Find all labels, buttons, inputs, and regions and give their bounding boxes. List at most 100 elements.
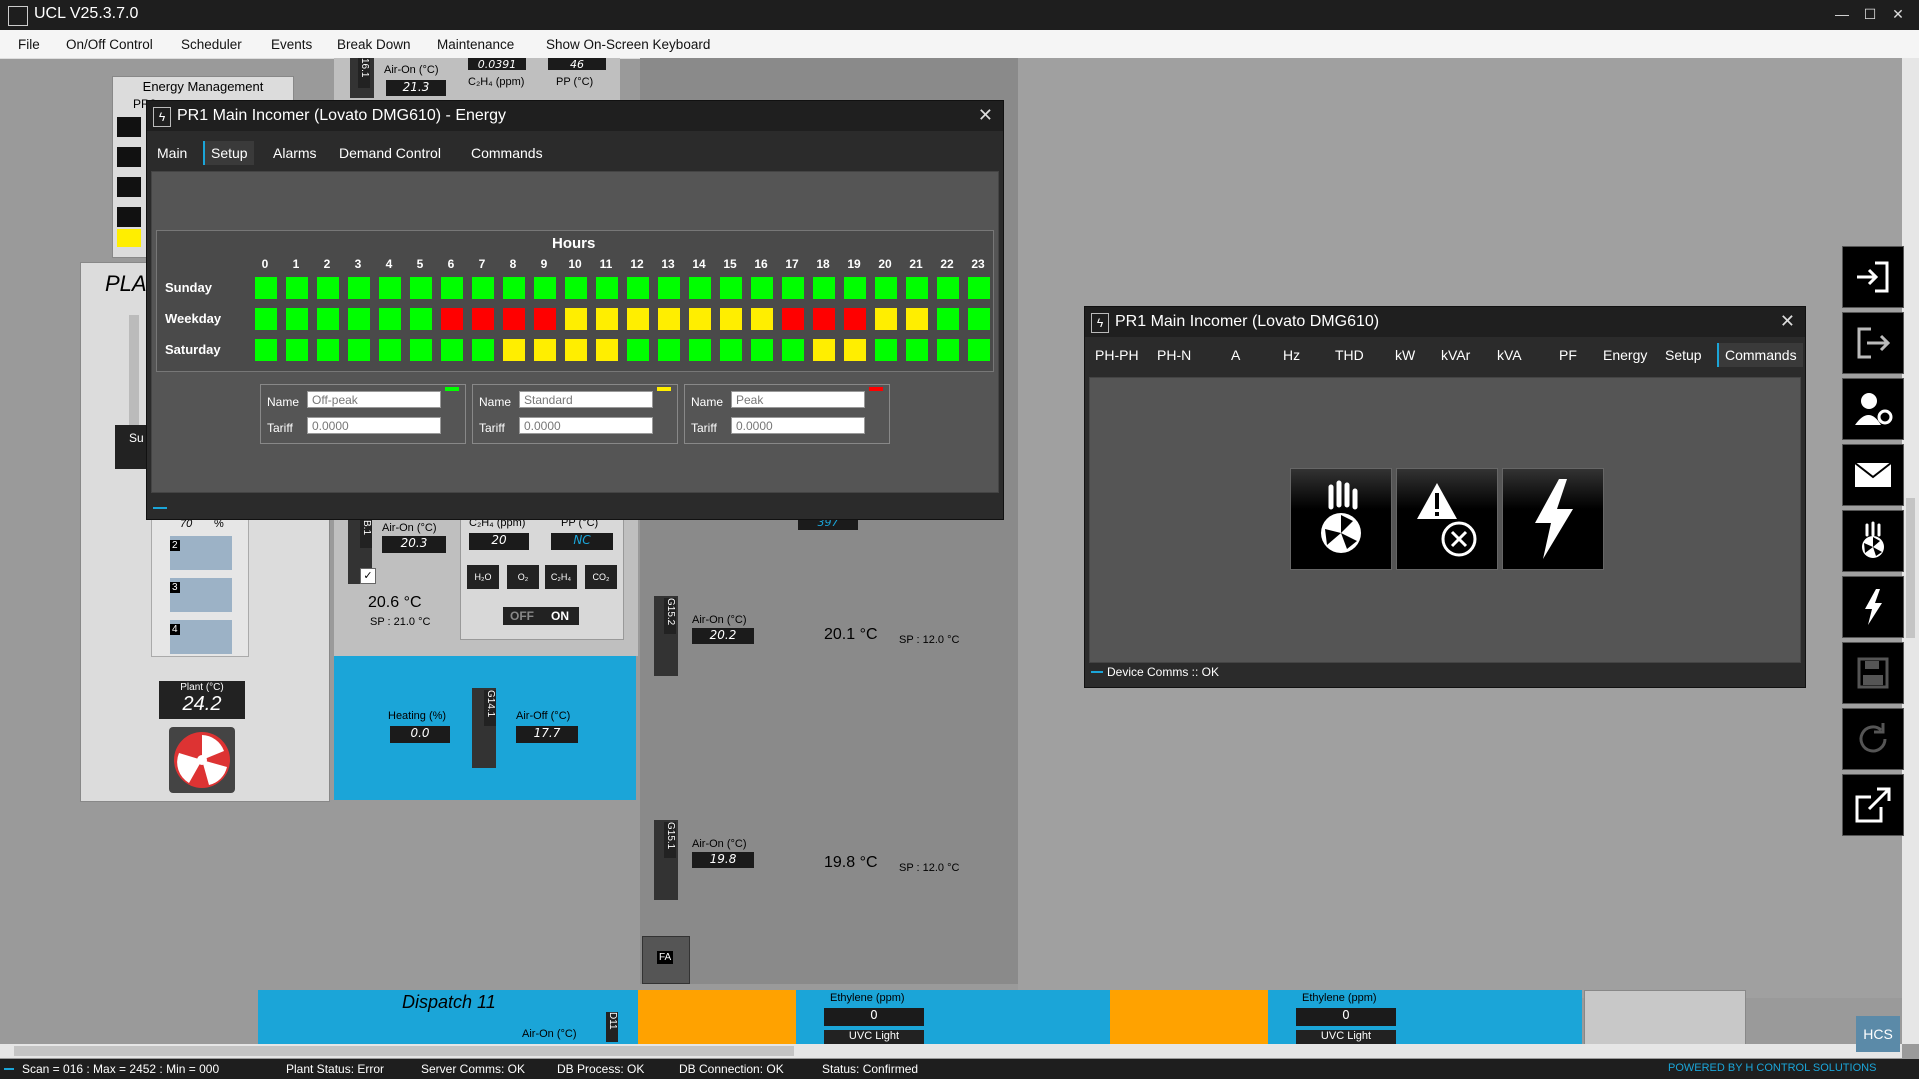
hour-cell[interactable] [534, 277, 556, 299]
tariff-value-input[interactable]: 0.0000 [519, 417, 653, 434]
hour-cell[interactable] [255, 277, 277, 299]
hour-cell[interactable] [720, 339, 742, 361]
mail-button[interactable] [1842, 444, 1904, 506]
login-button[interactable] [1842, 246, 1904, 308]
h2o-icon[interactable]: H₂O [467, 565, 499, 589]
hour-cell[interactable] [813, 277, 835, 299]
hour-cell[interactable] [720, 308, 742, 330]
hour-cell[interactable] [689, 308, 711, 330]
tab-setup[interactable]: Setup [1659, 343, 1708, 367]
hour-cell[interactable] [751, 308, 773, 330]
hour-cell[interactable] [379, 308, 401, 330]
tab-a[interactable]: A [1225, 343, 1246, 367]
o2-icon[interactable]: O₂ [507, 565, 539, 589]
hour-cell[interactable] [596, 339, 618, 361]
scrollbar-thumb[interactable] [1906, 498, 1915, 638]
menu-scheduler[interactable]: Scheduler [181, 37, 242, 52]
lightning-command-button[interactable] [1502, 468, 1604, 570]
hour-cell[interactable] [658, 339, 680, 361]
tab-kvar[interactable]: kVAr [1435, 343, 1476, 367]
hour-cell[interactable] [875, 308, 897, 330]
tab-hz[interactable]: Hz [1277, 343, 1306, 367]
hour-cell[interactable] [286, 277, 308, 299]
hour-cell[interactable] [472, 277, 494, 299]
hour-cell[interactable] [410, 339, 432, 361]
tariff-name-input[interactable]: Standard [519, 391, 653, 408]
menu-events[interactable]: Events [271, 37, 312, 52]
uvc-light-label[interactable]: UVC Light [824, 1030, 924, 1044]
tab-kw[interactable]: kW [1389, 343, 1421, 367]
on-button[interactable]: ON [541, 607, 579, 625]
hour-cell[interactable] [472, 339, 494, 361]
hour-cell[interactable] [503, 339, 525, 361]
tab-commands[interactable]: Commands [465, 141, 549, 165]
hour-cell[interactable] [317, 339, 339, 361]
hour-cell[interactable] [782, 277, 804, 299]
hour-cell[interactable] [379, 339, 401, 361]
hour-cell[interactable] [720, 277, 742, 299]
heating-panel[interactable]: Heating (%) 0.0 G14.1 Air-Off (°C) 17.7 [334, 656, 636, 800]
menu-file[interactable]: File [18, 37, 40, 52]
room-tile[interactable]: 3 [170, 578, 232, 612]
hour-cell[interactable] [534, 339, 556, 361]
hour-cell[interactable] [286, 308, 308, 330]
hour-cell[interactable] [937, 308, 959, 330]
hour-cell[interactable] [503, 277, 525, 299]
horizontal-scrollbar[interactable] [0, 1044, 1902, 1058]
vertical-scrollbar[interactable] [1902, 58, 1919, 1044]
menu-break-down[interactable]: Break Down [337, 37, 411, 52]
ethylene-panel-2[interactable]: Ethylene (ppm) 0 UVC Light [1268, 990, 1582, 1044]
room-tile[interactable]: 4 [170, 620, 232, 654]
tab-setup[interactable]: Setup [203, 141, 254, 165]
hour-cell[interactable] [906, 308, 928, 330]
tab-commands[interactable]: Commands [1717, 343, 1803, 367]
unit-g15-2[interactable]: G15.2 Air-On (°C) 20.2 20.1 °C SP : 12.0… [654, 596, 1014, 676]
hour-cell[interactable] [937, 277, 959, 299]
tab-ph-n[interactable]: PH-N [1151, 343, 1197, 367]
tariff-value-input[interactable]: 0.0000 [307, 417, 441, 434]
hour-cell[interactable] [627, 339, 649, 361]
hour-cell[interactable] [937, 339, 959, 361]
hour-cell[interactable] [565, 308, 587, 330]
hour-cell[interactable] [844, 308, 866, 330]
hour-cell[interactable] [441, 277, 463, 299]
menu-onoff-control[interactable]: On/Off Control [66, 37, 153, 52]
hour-cell[interactable] [596, 308, 618, 330]
hour-cell[interactable] [751, 339, 773, 361]
c2h4-icon[interactable]: C₂H₄ [545, 565, 577, 589]
uvc-light-label[interactable]: UVC Light [1296, 1030, 1396, 1044]
hour-cell[interactable] [968, 277, 990, 299]
hour-cell[interactable] [565, 277, 587, 299]
tariff-name-input[interactable]: Peak [731, 391, 865, 408]
hour-cell[interactable] [317, 277, 339, 299]
room-tile[interactable]: 2 [170, 536, 232, 570]
hour-cell[interactable] [658, 308, 680, 330]
hour-cell[interactable] [596, 277, 618, 299]
tab-thd[interactable]: THD [1329, 343, 1370, 367]
hour-cell[interactable] [255, 308, 277, 330]
tab-pf[interactable]: PF [1553, 343, 1583, 367]
hour-cell[interactable] [627, 308, 649, 330]
hour-cell[interactable] [813, 339, 835, 361]
fan-icon[interactable] [169, 727, 235, 793]
hour-cell[interactable] [782, 308, 804, 330]
hour-cell[interactable] [441, 339, 463, 361]
hour-cell[interactable] [906, 277, 928, 299]
hour-cell[interactable] [658, 277, 680, 299]
hour-cell[interactable] [782, 339, 804, 361]
close-window-button[interactable]: ✕ [1884, 2, 1912, 26]
hour-cell[interactable] [255, 339, 277, 361]
fan-hand-command-button[interactable] [1290, 468, 1392, 570]
hour-cell[interactable] [844, 277, 866, 299]
unit-16-1-panel[interactable]: 16.1 Air-On (°C) 21.3 0.0391 C₂H₄ (ppm) … [334, 58, 620, 102]
dispatch-panel[interactable]: Dispatch 11 Air-On (°C) D11 [258, 990, 638, 1044]
tab-demand-control[interactable]: Demand Control [333, 141, 447, 165]
logout-button[interactable] [1842, 312, 1904, 374]
tab-ph-ph[interactable]: PH-PH [1089, 343, 1145, 367]
tab-alarms[interactable]: Alarms [267, 141, 323, 165]
unit-b1-panel[interactable]: B.1 ✓ Air-On (°C) 20.3 20.6 °C SP : 21.0… [334, 516, 638, 656]
co2-icon[interactable]: CO₂ [585, 565, 617, 589]
hour-cell[interactable] [286, 339, 308, 361]
menu-maintenance[interactable]: Maintenance [437, 37, 514, 52]
hour-cell[interactable] [317, 308, 339, 330]
